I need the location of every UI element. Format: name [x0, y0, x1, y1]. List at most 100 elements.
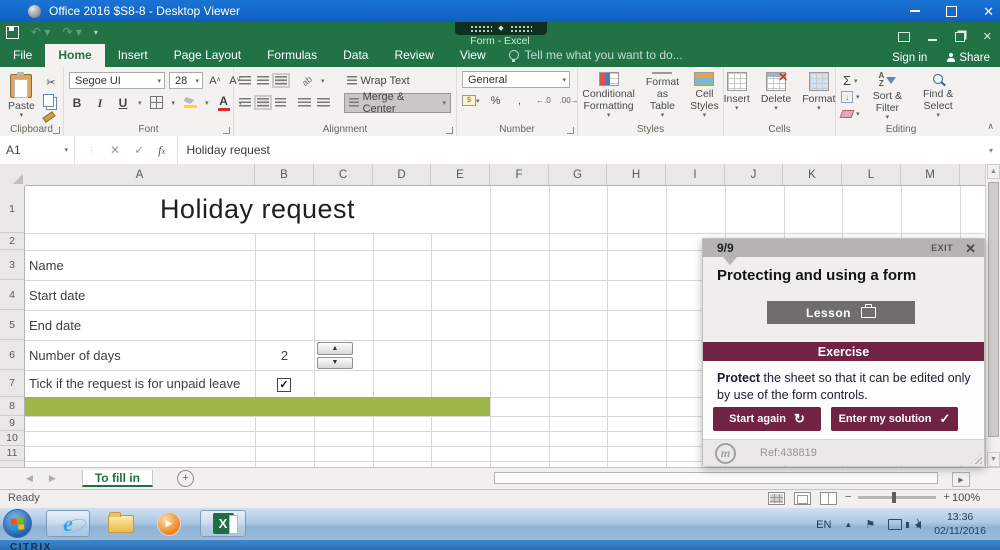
cell-end-date-label[interactable]: End date [29, 310, 81, 340]
share-button[interactable]: Share [947, 52, 990, 64]
vertical-scroll-thumb[interactable] [988, 182, 999, 437]
align-top-icon[interactable] [239, 76, 251, 85]
row-header-6[interactable]: 6 [0, 340, 24, 370]
exit-button[interactable]: EXIT [931, 243, 953, 253]
number-dialog-launcher-icon[interactable] [567, 127, 574, 134]
zoom-out-icon[interactable]: − [845, 491, 851, 503]
fill-color-caret-icon[interactable]: ▾ [205, 99, 209, 107]
delete-cells-button[interactable]: ✕ Delete▾ [758, 71, 794, 121]
column-header-G[interactable]: G [549, 164, 607, 185]
row-header-3[interactable]: 3 [0, 250, 24, 280]
formula-bar-expand-icon[interactable]: ▾ [982, 136, 1000, 164]
redo-icon[interactable]: ↷ ▾ [62, 25, 81, 39]
excel-close-icon[interactable]: ✕ [983, 30, 992, 43]
merge-center-button[interactable]: Merge & Center ▾ [344, 93, 451, 113]
resize-handle-icon[interactable] [971, 453, 982, 464]
excel-minimize-icon[interactable] [928, 39, 937, 41]
grow-font-icon[interactable]: A˄ [207, 73, 223, 89]
hidden-icons-icon[interactable]: ▲ [844, 520, 852, 529]
align-left-icon[interactable] [239, 98, 251, 107]
column-header-H[interactable]: H [607, 164, 666, 185]
zoom-level[interactable]: 100% [952, 492, 980, 504]
row-header-10[interactable]: 10 [0, 431, 24, 446]
column-header-K[interactable]: K [783, 164, 842, 185]
scroll-right-icon[interactable]: ▶ [952, 472, 970, 487]
bold-button[interactable]: B [69, 95, 85, 111]
tab-page-layout[interactable]: Page Layout [161, 44, 254, 67]
increase-decimal-icon[interactable]: ←.0 [536, 93, 552, 109]
increase-indent-icon[interactable] [317, 98, 330, 107]
copy-icon[interactable] [43, 94, 54, 107]
cancel-entry-icon[interactable]: ✕ [110, 143, 120, 157]
excel-restore-icon[interactable] [955, 32, 965, 42]
undo-icon[interactable]: ↶ ▾ [31, 25, 50, 39]
number-format-select[interactable]: General▾ [462, 71, 570, 88]
autosum-button[interactable]: Σ▾ [841, 73, 860, 88]
taskbar-media-player[interactable]: ▶ [150, 510, 188, 537]
clear-button[interactable]: ▾ [841, 107, 860, 122]
enter-solution-button[interactable]: Enter my solution✓ [831, 407, 958, 431]
borders-icon[interactable] [149, 95, 165, 111]
taskbar-internet-explorer[interactable]: e [46, 510, 90, 537]
horizontal-scroll-thumb[interactable] [494, 472, 938, 484]
orientation-icon[interactable]: ab [299, 73, 315, 89]
select-all-button[interactable] [0, 164, 26, 187]
scroll-up-icon[interactable]: ▲ [987, 164, 1000, 179]
normal-view-icon[interactable] [768, 492, 785, 505]
font-color-icon[interactable]: A [216, 95, 232, 111]
align-center-icon[interactable] [257, 98, 269, 107]
highlighted-row-8[interactable] [25, 397, 490, 416]
taskbar-file-explorer[interactable] [102, 510, 140, 537]
column-header-B[interactable]: B [255, 164, 314, 185]
tab-file[interactable]: File [0, 44, 45, 67]
column-header-M[interactable]: M [901, 164, 960, 185]
tab-view[interactable]: View [447, 44, 499, 67]
tab-review[interactable]: Review [381, 44, 446, 67]
column-header-E[interactable]: E [431, 164, 490, 185]
lesson-button[interactable]: Lesson [767, 301, 915, 324]
underline-caret-icon[interactable]: ▾ [138, 99, 142, 107]
insert-cells-button[interactable]: Insert▾ [721, 71, 753, 121]
start-button[interactable] [3, 509, 32, 538]
qat-customize-icon[interactable]: ▾ [94, 28, 98, 37]
sheet-nav-right-icon[interactable]: ▶ [49, 473, 56, 484]
cut-icon[interactable]: ✂ [43, 74, 59, 90]
lesson-panel-header[interactable]: 9/9 EXIT ✕ [703, 239, 984, 257]
row-header-9[interactable]: 9 [0, 416, 24, 431]
column-header-F[interactable]: F [490, 164, 549, 185]
save-icon[interactable] [6, 26, 19, 39]
cell-start-date-label[interactable]: Start date [29, 280, 85, 310]
page-layout-view-icon[interactable] [794, 492, 811, 505]
sign-in-link[interactable]: Sign in [892, 52, 927, 64]
row-header-5[interactable]: 5 [0, 310, 24, 340]
tell-me-box[interactable]: Tell me what you want to do... [499, 44, 693, 67]
column-header-L[interactable]: L [842, 164, 901, 185]
align-middle-icon[interactable] [257, 76, 269, 85]
paste-button[interactable]: Paste▾ [5, 71, 38, 121]
panel-close-icon[interactable]: ✕ [965, 242, 976, 255]
minimize-icon[interactable] [910, 10, 920, 12]
taskbar-excel[interactable]: X [200, 510, 246, 537]
scroll-down-icon[interactable]: ▼ [987, 452, 1000, 467]
sheet-nav-left-icon[interactable]: ◀ [26, 473, 33, 484]
speaker-icon[interactable] [915, 521, 921, 529]
row-header-4[interactable]: 4 [0, 280, 24, 310]
row-header-1[interactable]: 1 [0, 186, 24, 233]
column-header-D[interactable]: D [373, 164, 431, 185]
name-box[interactable]: A1 ▾ [0, 136, 75, 164]
tab-data[interactable]: Data [330, 44, 381, 67]
italic-button[interactable]: I [92, 95, 108, 111]
zoom-slider[interactable] [858, 496, 936, 499]
column-header-I[interactable]: I [666, 164, 725, 185]
comma-style-icon[interactable]: , [512, 93, 528, 109]
spinner-down-icon[interactable]: ▼ [317, 357, 353, 370]
tab-home[interactable]: Home [45, 44, 104, 67]
cell-number-days-label[interactable]: Number of days [29, 340, 121, 370]
clipboard-dialog-launcher-icon[interactable] [53, 127, 60, 134]
cell-styles-button[interactable]: Cell Styles▾ [687, 71, 722, 121]
column-header-J[interactable]: J [725, 164, 783, 185]
fill-color-icon[interactable] [182, 95, 198, 111]
start-again-button[interactable]: Start again↻ [713, 407, 821, 431]
alignment-dialog-launcher-icon[interactable] [446, 127, 453, 134]
fill-button[interactable]: ↓▾ [841, 90, 860, 105]
